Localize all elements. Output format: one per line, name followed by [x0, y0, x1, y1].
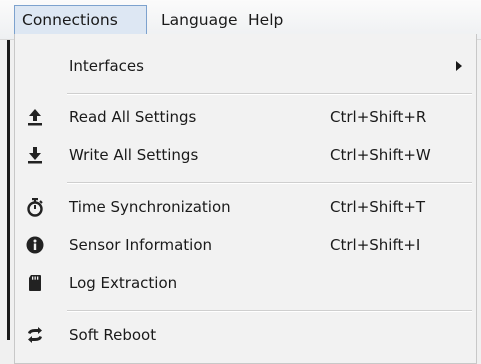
menu-item-label: Read All Settings	[69, 108, 197, 126]
menu-item-log-extraction[interactable]: Log Extraction	[15, 265, 476, 301]
refresh-icon	[28, 327, 42, 343]
menu-item-write-all-settings[interactable]: Write All Settings Ctrl+Shift+W	[15, 137, 476, 173]
connections-dropdown: Interfaces Read All Settings Ctrl+Shift+…	[14, 34, 477, 364]
menu-item-label: Interfaces	[69, 57, 144, 75]
menu-item-time-synchronization[interactable]: Time Synchronization Ctrl+Shift+T	[15, 189, 476, 225]
menu-connections[interactable]: Connections	[14, 5, 147, 35]
download-icon	[28, 147, 42, 164]
menu-item-interfaces[interactable]: Interfaces	[15, 48, 476, 84]
menu-item-shortcut: Ctrl+Shift+T	[330, 198, 426, 216]
menu-separator	[67, 182, 472, 184]
upload-icon	[28, 109, 42, 126]
menu-language[interactable]: Language	[154, 5, 245, 35]
menu-item-shortcut: Ctrl+Shift+I	[330, 236, 421, 254]
window-edge	[7, 40, 10, 340]
menu-help[interactable]: Help	[241, 5, 290, 35]
menu-item-label: Time Synchronization	[69, 198, 231, 216]
menu-item-label: Write All Settings	[69, 146, 199, 164]
submenu-arrow-icon	[456, 61, 462, 71]
menu-item-label: Sensor Information	[69, 236, 213, 254]
sd-card-icon	[29, 275, 41, 291]
menu-item-shortcut: Ctrl+Shift+W	[330, 146, 431, 164]
menu-separator	[67, 310, 472, 312]
menu-item-soft-reboot[interactable]: Soft Reboot	[15, 317, 476, 353]
menu-item-read-all-settings[interactable]: Read All Settings Ctrl+Shift+R	[15, 99, 476, 135]
info-icon	[26, 236, 44, 254]
menu-item-sensor-information[interactable]: Sensor Information Ctrl+Shift+I	[15, 227, 476, 263]
menu-item-label: Soft Reboot	[69, 326, 157, 344]
menu-item-shortcut: Ctrl+Shift+R	[330, 108, 427, 126]
stopwatch-icon	[27, 198, 43, 217]
menu-separator	[67, 93, 472, 95]
menu-item-label: Log Extraction	[69, 274, 178, 292]
